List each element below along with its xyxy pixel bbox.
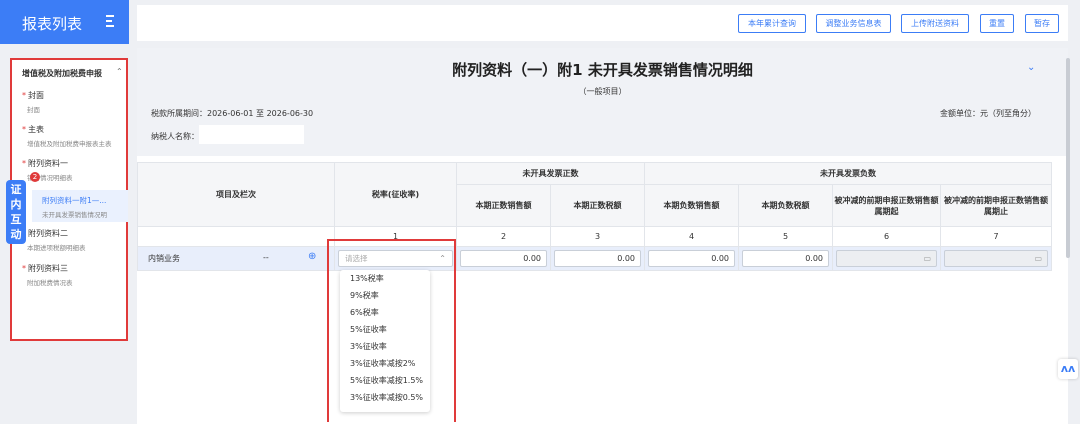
rate-option[interactable]: 5%征收率 xyxy=(340,321,430,338)
sidebar-item-sub: 本期进项税额明细表 xyxy=(27,244,86,252)
col-number: 7 xyxy=(940,226,1052,247)
report-list: 增值税及附加税费申报 ⌃ * 封面 封面 * 主表 增值税及附加税费申报表主表 * 附… xyxy=(10,58,128,341)
date-picker-end[interactable]: ▭ xyxy=(944,250,1048,267)
rate-option[interactable]: 3%征收率减按2% xyxy=(340,355,430,372)
upload-attachments-button[interactable]: 上传附送资料 xyxy=(901,14,969,33)
form-header: 附列资料（一）附1 未开具发票销售情况明细 （一般项目） ⌄ 税款所属期间：20… xyxy=(137,48,1068,156)
amount-input[interactable]: 0.00 xyxy=(554,250,641,267)
float-tab-char: 内 xyxy=(10,198,22,211)
sidebar-title: 报表列表 xyxy=(22,15,83,33)
scrollbar[interactable] xyxy=(1066,58,1070,258)
row-label: 内销业务 xyxy=(148,254,180,263)
amount-unit: 金额单位：元（列至角分） xyxy=(940,109,1036,118)
group-header-negative: 未开具发票负数 xyxy=(644,162,1052,185)
required-mark: * xyxy=(22,125,26,134)
rate-option[interactable]: 5%征收率减按1.5% xyxy=(340,372,430,389)
taxpayer-name-field xyxy=(199,125,304,144)
taxpayer-name-label: 纳税人名称： xyxy=(151,132,199,141)
col-number: 4 xyxy=(644,226,739,247)
sidebar-item-sub: 增值税及附加税费申报表主表 xyxy=(27,140,112,148)
row-label-cell: 内销业务 -- ⊕ xyxy=(137,246,335,271)
sidebar-item-label: 封面 xyxy=(28,91,44,100)
back-to-top-icon[interactable]: ʌʌ xyxy=(1058,359,1078,379)
col-header-item: 项目及栏次 xyxy=(137,162,335,227)
chevron-down-icon[interactable]: ⌄ xyxy=(1027,62,1035,73)
interaction-float-tab[interactable]: 证 内 互 动 xyxy=(6,180,26,244)
sidebar-subitem-sub: 未开具发票销售情况明 xyxy=(42,211,107,219)
toolbar: 本年累计查询 调整业务信息表 上传附送资料 重置 暂存 xyxy=(137,5,1068,41)
col-number: 5 xyxy=(738,226,833,247)
add-row-icon[interactable]: ⊕ xyxy=(308,251,316,262)
reset-button[interactable]: 重置 xyxy=(980,14,1014,33)
rate-dropdown: 13%税率 9%税率 6%税率 5%征收率 3%征收率 3%征收率减按2% 5%… xyxy=(340,270,430,412)
row-dash: -- xyxy=(263,253,269,262)
float-tab-char: 互 xyxy=(10,213,22,226)
calendar-icon: ▭ xyxy=(1034,254,1042,263)
form-panel: 附列资料（一）附1 未开具发票销售情况明细 （一般项目） ⌄ 税款所属期间：20… xyxy=(137,48,1068,424)
amount-input[interactable]: 0.00 xyxy=(460,250,547,267)
col-number: 3 xyxy=(550,226,645,247)
required-mark: * xyxy=(22,159,26,168)
col-header: 本期负数销售额 xyxy=(644,184,739,227)
col-header: 被冲减的前期申报正数销售额属期起 xyxy=(832,184,941,227)
float-tab-char: 动 xyxy=(10,228,22,241)
float-tab-char: 证 xyxy=(10,183,22,196)
sidebar-item-label: 附列资料二 xyxy=(28,229,68,238)
detail-table: 项目及栏次 税率(征收率) 未开具发票正数 未开具发票负数 本期正数销售额 本期… xyxy=(137,162,1052,271)
amount-input[interactable]: 0.00 xyxy=(742,250,829,267)
sidebar-subitem-label: 附列资料一附1—... xyxy=(42,196,107,205)
col-number: 6 xyxy=(832,226,941,247)
rate-option[interactable]: 13%税率 xyxy=(340,270,430,287)
sidebar-item-sub: 销售情况明细表 xyxy=(27,174,73,182)
rate-option[interactable]: 3%征收率减按0.5% xyxy=(340,389,430,406)
chevron-up-icon[interactable]: ⌃ xyxy=(116,67,123,76)
sidebar-item-sub: 附加税费情况表 xyxy=(27,279,73,287)
sidebar-header: 报表列表 xyxy=(0,0,129,44)
save-draft-button[interactable]: 暂存 xyxy=(1025,14,1059,33)
group-header-positive: 未开具发票正数 xyxy=(456,162,645,185)
rate-option[interactable]: 3%征收率 xyxy=(340,338,430,355)
col-number xyxy=(137,226,335,247)
notification-badge: 2 xyxy=(30,172,40,182)
sidebar-item-label: 附列资料一 xyxy=(28,159,68,168)
page-subtitle: （一般项目） xyxy=(578,87,627,96)
sidebar-subitem-active[interactable]: 附列资料一附1—... 未开具发票销售情况明 xyxy=(32,190,128,222)
sidebar-item-cover[interactable]: * 封面 封面 xyxy=(22,90,122,114)
col-header: 本期正数税额 xyxy=(550,184,645,227)
adjust-business-info-button[interactable]: 调整业务信息表 xyxy=(816,14,891,33)
rate-option[interactable]: 6%税率 xyxy=(340,304,430,321)
sidebar-item-sub: 封面 xyxy=(27,106,40,114)
sidebar-item-label: 主表 xyxy=(28,125,44,134)
sidebar-item-schedule2[interactable]: *附列资料二 本期进项税额明细表 xyxy=(22,228,122,252)
sidebar-item-schedule3[interactable]: * 附列资料三 附加税费情况表 xyxy=(22,263,122,287)
table-row: 内销业务 -- ⊕ 请选择 ⌃ 0.00 0.00 0.00 0.00 ▭ ▭ xyxy=(137,246,1052,271)
menu-toggle-icon[interactable] xyxy=(106,15,118,30)
amount-input[interactable]: 0.00 xyxy=(648,250,735,267)
col-header-rate: 税率(征收率) xyxy=(334,162,457,227)
col-header: 本期负数税额 xyxy=(738,184,833,227)
required-mark: * xyxy=(22,91,26,100)
col-header: 本期正数销售额 xyxy=(456,184,551,227)
date-picker-start[interactable]: ▭ xyxy=(836,250,937,267)
rate-option[interactable]: 9%税率 xyxy=(340,287,430,304)
annual-cumulative-query-button[interactable]: 本年累计查询 xyxy=(738,14,806,33)
tax-period: 税款所属期间：2026-06-01 至 2026-06-30 xyxy=(151,109,314,118)
col-number: 2 xyxy=(456,226,551,247)
sidebar-item-main[interactable]: * 主表 增值税及附加税费申报表主表 xyxy=(22,124,122,148)
sidebar-item-label: 附列资料三 xyxy=(28,264,68,273)
page-title: 附列资料（一）附1 未开具发票销售情况明细 xyxy=(452,61,753,79)
calendar-icon: ▭ xyxy=(923,254,931,263)
col-header: 被冲减的前期申报正数销售额属期止 xyxy=(940,184,1052,227)
group-label[interactable]: 增值税及附加税费申报 xyxy=(22,68,102,79)
required-mark: * xyxy=(22,264,26,273)
